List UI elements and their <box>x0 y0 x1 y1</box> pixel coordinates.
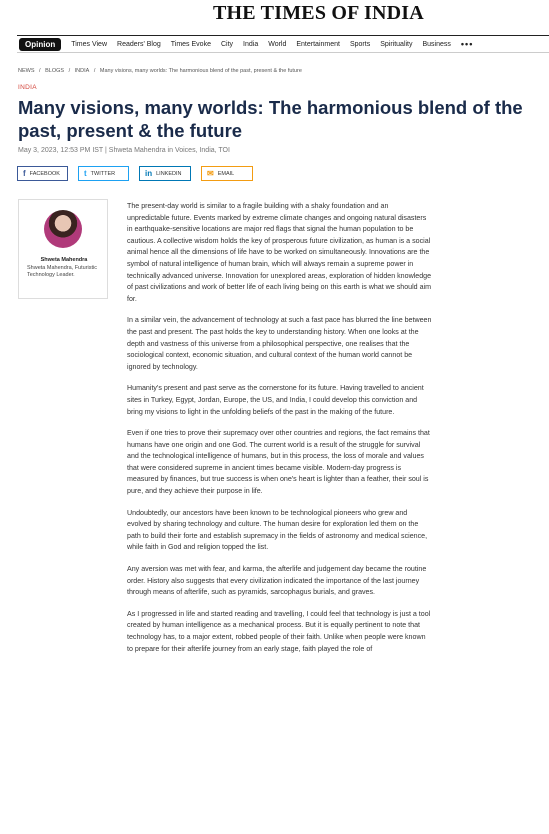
share-bar: f FACEBOOK t TWITTER in LINKEDIN ✉ EMAIL <box>17 166 263 181</box>
breadcrumb: NEWS / BLOGS / INDIA / Many visions, man… <box>18 68 305 74</box>
breadcrumb-separator: / <box>93 68 96 74</box>
article-paragraph: Any aversion was met with fear, and karm… <box>127 565 427 597</box>
article-meta: May 3, 2023, 12:53 PM IST | Shweta Mahen… <box>18 147 230 154</box>
nav-item-entertainment[interactable]: Entertainment <box>296 41 340 48</box>
nav-item-times-view[interactable]: Times View <box>71 41 107 48</box>
article-paragraph: Humanity's present and past serve as the… <box>127 384 424 416</box>
author-bio: Shweta Mahendra, Futuristic Technology L… <box>27 265 98 278</box>
section-label[interactable]: INDIA <box>18 84 37 91</box>
article-paragraph: The present-day world is similar to a fr… <box>127 202 432 303</box>
article-body: The present-day world is similar to a fr… <box>127 201 432 665</box>
nav-item-times-evoke[interactable]: Times Evoke <box>171 41 211 48</box>
nav-item-readers-blog[interactable]: Readers' Blog <box>117 41 161 48</box>
article-paragraph: In a similar vein, the advancement of te… <box>127 316 432 371</box>
nav-item-world[interactable]: World <box>268 41 286 48</box>
share-email-label: EMAIL <box>217 170 235 177</box>
nav-item-spirituality[interactable]: Spirituality <box>380 41 412 48</box>
masthead: THE TIMES OF INDIA <box>0 0 549 32</box>
page-title: Many visions, many worlds: The harmoniou… <box>18 97 523 141</box>
share-twitter-button[interactable]: t TWITTER <box>78 166 129 181</box>
breadcrumb-current: Many visions, many worlds: The harmoniou… <box>99 68 302 74</box>
article-paragraph: As I progressed in life and started read… <box>127 609 431 653</box>
breadcrumb-india[interactable]: INDIA <box>75 68 90 74</box>
nav-item-city[interactable]: City <box>221 41 233 48</box>
twitter-icon: t <box>84 169 87 178</box>
email-icon: ✉ <box>207 169 214 178</box>
breadcrumb-blogs[interactable]: BLOGS <box>45 68 64 74</box>
share-twitter-label: TWITTER <box>90 170 116 177</box>
more-menu-icon[interactable]: ••• <box>461 39 473 49</box>
share-facebook-label: FACEBOOK <box>29 170 60 177</box>
share-email-button[interactable]: ✉ EMAIL <box>201 166 253 181</box>
avatar[interactable] <box>44 210 82 248</box>
breadcrumb-separator: / <box>68 68 71 74</box>
breadcrumb-separator: / <box>39 68 41 74</box>
site-logo[interactable]: THE TIMES OF INDIA <box>213 2 424 25</box>
nav-item-business[interactable]: Business <box>423 41 451 48</box>
article-paragraph: Undoubtedly, our ancestors have been kno… <box>127 508 428 552</box>
author-card[interactable]: Shweta Mahendra Shweta Mahendra, Futuris… <box>18 199 108 299</box>
share-facebook-button[interactable]: f FACEBOOK <box>17 166 68 181</box>
facebook-icon: f <box>23 169 26 178</box>
share-linkedin-button[interactable]: in LINKEDIN <box>139 166 191 181</box>
nav-item-india[interactable]: India <box>243 41 258 48</box>
author-name[interactable]: Shweta Mahendra <box>19 257 109 263</box>
breadcrumb-news[interactable]: NEWS <box>18 68 35 74</box>
share-linkedin-label: LINKEDIN <box>156 170 182 177</box>
top-nav: Opinion Times View Readers' Blog Times E… <box>17 35 549 53</box>
nav-item-sports[interactable]: Sports <box>350 41 370 48</box>
article-paragraph: Even if one tries to prove their suprema… <box>127 429 430 496</box>
linkedin-icon: in <box>145 169 153 178</box>
nav-item-opinion[interactable]: Opinion <box>19 37 62 51</box>
